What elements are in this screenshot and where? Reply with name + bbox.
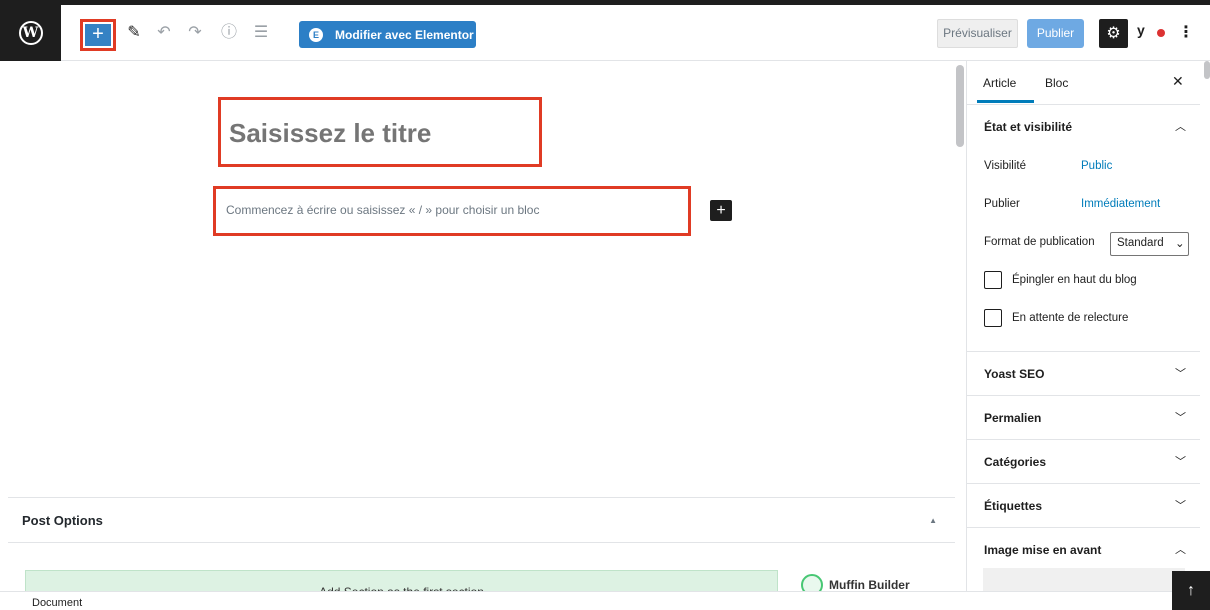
panel-permalink-title: Permalien [984,411,1042,425]
scroll-to-top-button[interactable]: ↑ [1172,571,1210,610]
format-row: Format de publication Standard ⌄ [967,224,1200,262]
title-highlight: Saisissez le titre [218,97,542,167]
chevron-up-icon: ︿ [1175,544,1186,556]
breadcrumb-document[interactable]: Document [32,597,82,609]
more-vertical-icon[interactable]: ⋮ [1178,20,1194,46]
visibility-label: Visibilité [984,160,1026,172]
post-options-metabox: Post Options ▲ Add Section as the first … [8,497,955,600]
elementor-button-label: Modifier avec Elementor [335,27,474,42]
top-border [0,0,1210,5]
sidebar-scrollbar[interactable] [1204,61,1210,79]
format-label: Format de publication [984,236,1095,248]
outline-icon[interactable]: ☰ [252,24,270,42]
visibility-link[interactable]: Public [1081,160,1112,172]
publish-button[interactable]: Publier [1027,19,1084,48]
redo-icon[interactable]: ↷ [186,24,204,42]
add-block-button[interactable]: + [85,24,111,46]
post-title-input[interactable]: Saisissez le titre [229,118,431,149]
pin-row: Épingler en haut du blog [967,262,1200,300]
chevron-down-icon: ﹀ [1175,412,1186,424]
review-label: En attente de relecture [1012,312,1129,324]
chevron-down-icon: ﹀ [1175,456,1186,468]
post-options-title: Post Options [22,512,103,528]
visibility-row: Visibilité Public [967,148,1200,186]
paragraph-highlight: Commencez à écrire ou saisissez « / » po… [213,186,691,236]
panel-permalink-header[interactable]: Permalien ﹀ [967,396,1200,439]
panel-yoast-header[interactable]: Yoast SEO ﹀ [967,352,1200,395]
chevron-down-icon: ﹀ [1175,500,1186,512]
panel-permalink[interactable]: Permalien ﹀ [967,396,1200,440]
panel-tags-header[interactable]: Étiquettes ﹀ [967,484,1200,527]
review-checkbox[interactable] [984,309,1002,327]
gear-icon[interactable]: ⚙ [1099,19,1128,48]
publish-label: Publier [984,198,1020,210]
yoast-status-dot [1157,29,1165,37]
wordpress-logo-button[interactable]: W [0,5,61,61]
close-icon[interactable]: ✕ [1172,73,1184,90]
tab-article[interactable]: Article [983,76,1016,90]
panel-yoast-title: Yoast SEO [984,367,1045,381]
yoast-icon[interactable]: y [1137,22,1165,46]
panel-categories[interactable]: Catégories ﹀ [967,440,1200,484]
edit-with-elementor-button[interactable]: E Modifier avec Elementor [299,21,476,48]
editor-canvas: Saisissez le titre Commencez à écrire ou… [0,61,964,600]
elementor-icon: E [309,27,323,42]
editor-scrollbar[interactable] [956,65,964,147]
muffin-builder-label: Muffin Builder [829,578,910,592]
block-breadcrumb-footer: Document [0,591,1172,610]
preview-button[interactable]: Prévisualiser [937,19,1018,48]
panel-featured-image-header[interactable]: Image mise en avant ︿ [967,528,1200,571]
chevron-up-icon: ︿ [1175,121,1186,133]
chevron-down-icon: ﹀ [1175,368,1186,380]
chevron-down-icon: ⌄ [1175,238,1185,250]
pin-label: Épingler en haut du blog [1012,274,1137,286]
add-block-highlight: + [80,19,116,51]
format-select[interactable]: Standard ⌄ [1110,232,1189,256]
format-select-value: Standard [1117,237,1164,249]
tab-bloc[interactable]: Bloc [1045,76,1068,90]
panel-categories-header[interactable]: Catégories ﹀ [967,440,1200,483]
panel-status-header[interactable]: État et visibilité ︿ [967,105,1200,148]
panel-tags-title: Étiquettes [984,499,1043,513]
panel-featured-image-title: Image mise en avant [984,543,1102,557]
panel-status-visibility: État et visibilité ︿ Visibilité Public P… [967,105,1200,352]
settings-sidebar: Article Bloc ✕ État et visibilité ︿ Visi… [966,61,1200,598]
editor-toolbar: W + ✎ ↶ ↷ ⓘ ☰ E Modifier avec Elementor … [0,0,1210,61]
wordpress-logo-icon: W [18,21,43,45]
paragraph-block-input[interactable]: Commencez à écrire ou saisissez « / » po… [226,203,539,217]
undo-icon[interactable]: ↶ [155,24,173,42]
active-tab-indicator [977,100,1034,103]
inline-add-block-button[interactable]: + [710,200,732,221]
collapse-triangle-icon[interactable]: ▲ [929,516,937,525]
pencil-icon[interactable]: ✎ [125,24,143,42]
publish-row: Publier Immédiatement [967,186,1200,224]
info-icon[interactable]: ⓘ [220,24,238,42]
post-options-header[interactable]: Post Options ▲ [8,498,955,543]
panel-tags[interactable]: Étiquettes ﹀ [967,484,1200,528]
sidebar-tabs: Article Bloc ✕ [967,61,1200,105]
panel-status-title: État et visibilité [984,120,1073,134]
panel-categories-title: Catégories [984,455,1047,469]
pin-checkbox[interactable] [984,271,1002,289]
panel-yoast-seo[interactable]: Yoast SEO ﹀ [967,352,1200,396]
publish-date-link[interactable]: Immédiatement [1081,198,1160,210]
review-row: En attente de relecture [967,300,1200,338]
